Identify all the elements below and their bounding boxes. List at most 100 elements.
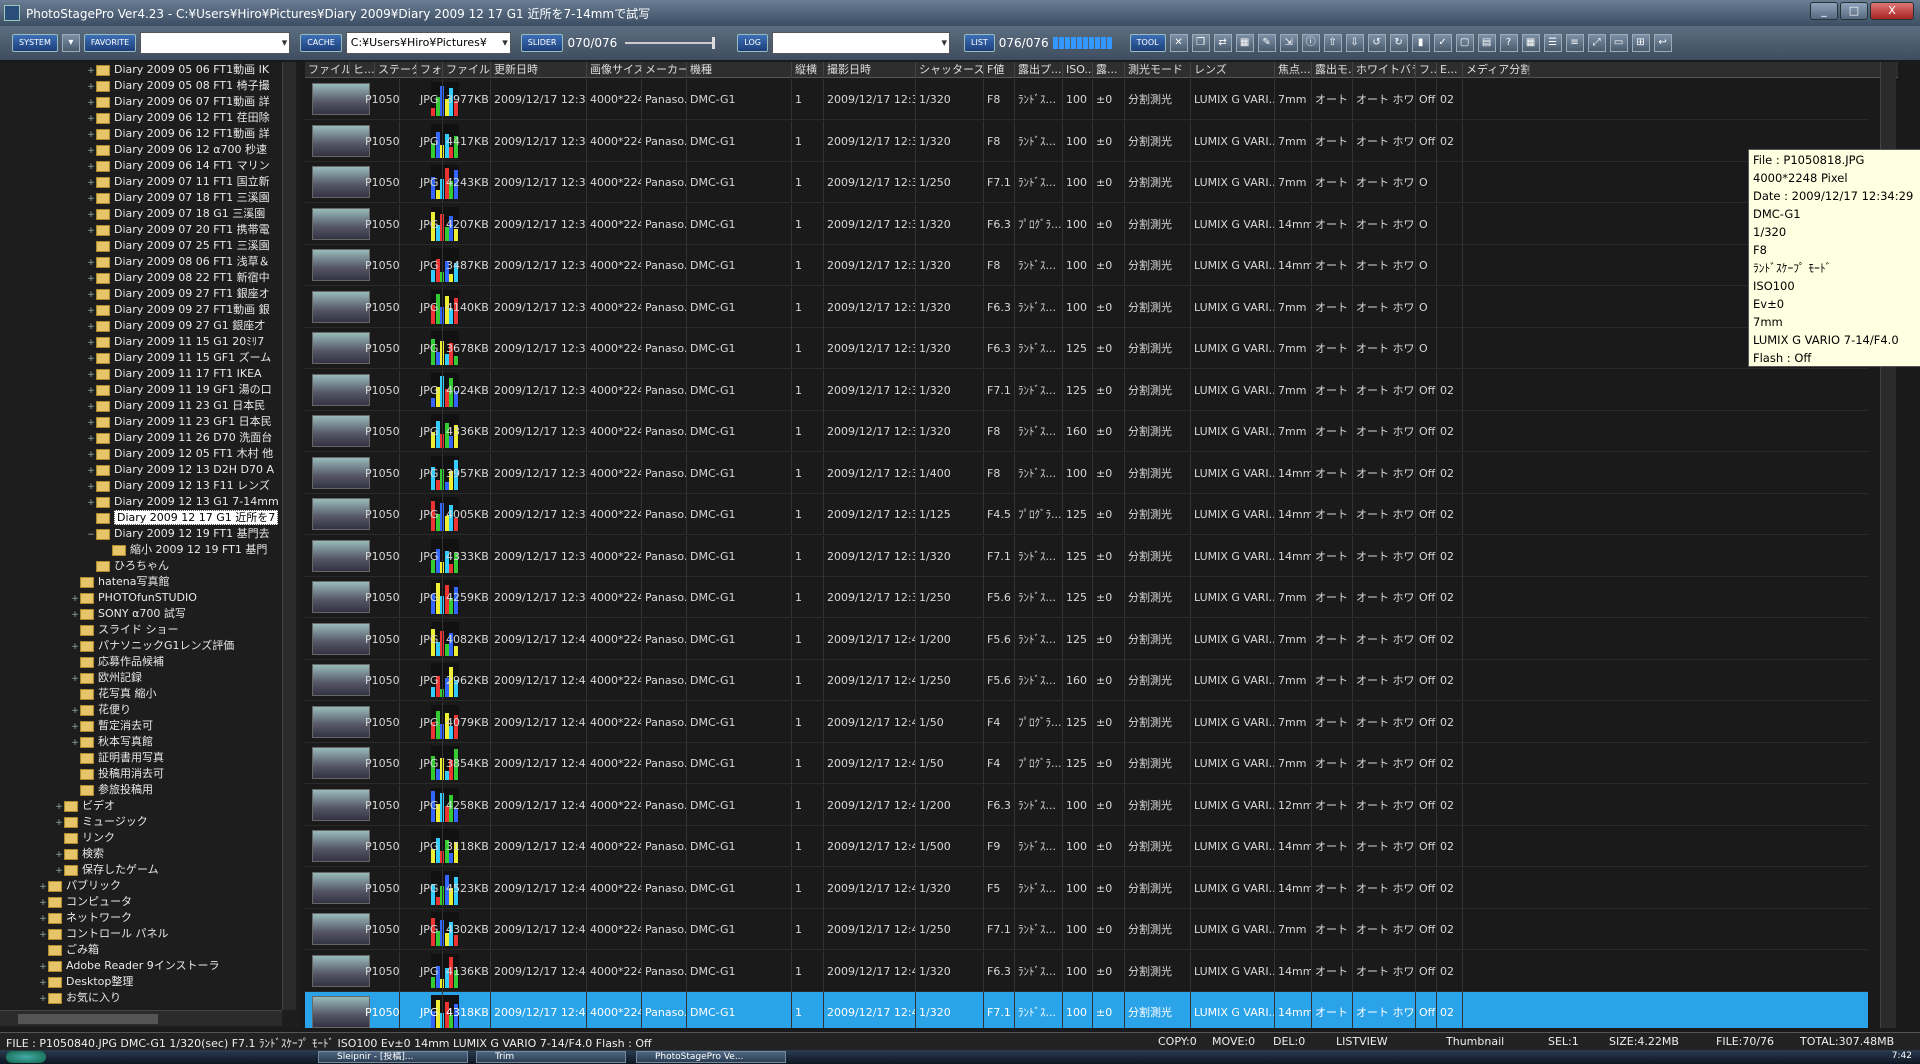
column-header-cell[interactable]: ファイル名	[305, 62, 350, 78]
photo-thumbnail[interactable]	[312, 166, 370, 198]
expand-toggle-icon[interactable]: +	[54, 815, 64, 831]
status-thumb[interactable]: Thumbnail	[1446, 1035, 1504, 1048]
expand-toggle-icon[interactable]: +	[70, 703, 80, 719]
tree-item[interactable]: 投稿用消去可	[70, 766, 164, 782]
photo-thumbnail[interactable]	[312, 622, 370, 655]
copy-icon[interactable]: ❐	[1191, 34, 1210, 52]
column-header-cell[interactable]: E...	[1437, 62, 1463, 78]
table-row[interactable]: P105083... JPG4136KB2009/12/17 12:46:5240…	[305, 950, 1868, 992]
table-row[interactable]: P105082... JPG4140KB2009/12/17 12:36:3640…	[305, 286, 1868, 328]
expand-toggle-icon[interactable]: +	[86, 191, 96, 207]
column-header-cell[interactable]: フォ...	[417, 62, 443, 78]
tree-item[interactable]: 花写真 縮小	[70, 686, 157, 702]
expand-toggle-icon[interactable]: +	[38, 895, 48, 911]
column-header-cell[interactable]: 機種	[687, 62, 792, 78]
photo-thumbnail[interactable]	[312, 373, 370, 406]
tree-item[interactable]: + Diary 2009 11 17 FT1 IKEA	[86, 366, 261, 383]
tree-item[interactable]: + Diary 2009 11 26 D70 洗面台	[86, 430, 272, 446]
tree-item[interactable]: + Diary 2009 06 14 FT1 マリン	[86, 158, 269, 175]
tree-item[interactable]: + Diary 2009 09 27 FT1 銀座オ	[86, 286, 269, 303]
table-row[interactable]: P105083... JPG3854KB2009/12/17 12:44:1040…	[305, 743, 1868, 784]
table-row[interactable]: P105082...JPG4024KB2009/12/17 12:37:3040…	[305, 369, 1868, 411]
photo-thumbnail[interactable]	[312, 124, 370, 157]
expand-toggle-icon[interactable]: +	[86, 303, 96, 319]
table-row[interactable]: P105083...JPG4079KB2009/12/17 12:44:0040…	[305, 701, 1868, 743]
maximize-button[interactable]: □	[1840, 2, 1868, 20]
column-header-cell[interactable]: メディア分割#	[1463, 62, 1530, 78]
help-icon[interactable]: ?	[1499, 34, 1518, 52]
photo-thumbnail[interactable]	[312, 954, 370, 987]
column-header-cell[interactable]: ISO...	[1063, 62, 1093, 78]
table-row[interactable]: P105082... JPG4005KB2009/12/17 12:38:1040…	[305, 494, 1868, 535]
expand-toggle-icon[interactable]: +	[86, 287, 96, 303]
table-row[interactable]: P105082... JPG4333KB2009/12/17 12:38:2040…	[305, 535, 1868, 577]
column-header-cell[interactable]: 露出モ...	[1312, 62, 1353, 78]
tree-item[interactable]: + PHOTOfunSTUDIO	[70, 590, 197, 606]
column-header-cell[interactable]: シャッタースピード	[916, 62, 984, 78]
file-list[interactable]: ファイル名ヒ...ステータ...フォ...ファイルサ...更新日時画像サイズメー…	[305, 62, 1898, 1028]
tree-item[interactable]: 縮小 2009 12 19 FT1 基門	[102, 542, 267, 558]
column-header-cell[interactable]: ヒ...	[350, 62, 375, 78]
expand-toggle-icon[interactable]: +	[86, 335, 96, 351]
tree-item[interactable]: Diary 2009 12 17 G1 近所を7	[86, 510, 279, 526]
column-header-cell[interactable]: ステータ...	[375, 62, 417, 78]
expand-toggle-icon[interactable]: +	[86, 159, 96, 175]
move-icon[interactable]: ⇄	[1213, 34, 1232, 52]
table-row[interactable]: P105083...JPG4082KB2009/12/17 12:41:4640…	[305, 618, 1868, 660]
expand-toggle-icon[interactable]: +	[86, 495, 96, 511]
photo-thumbnail[interactable]	[312, 332, 370, 364]
column-header-cell[interactable]: ホワイトバランス	[1353, 62, 1416, 78]
tree-horizontal-scrollbar[interactable]	[0, 1010, 282, 1026]
expand-toggle-icon[interactable]: +	[86, 79, 96, 95]
expand-toggle-icon[interactable]: +	[86, 415, 96, 431]
photo-thumbnail[interactable]	[312, 539, 370, 572]
expand-toggle-icon[interactable]: +	[54, 863, 64, 879]
panel-icon[interactable]: ▮	[1411, 34, 1430, 52]
photo-thumbnail[interactable]	[312, 498, 370, 530]
column-header-cell[interactable]: 測光モード	[1125, 62, 1191, 78]
tree-item[interactable]: 参旅投稿用	[70, 782, 153, 798]
resize-icon[interactable]: ⇲	[1279, 34, 1298, 52]
status-view[interactable]: LISTVIEW	[1336, 1035, 1388, 1048]
tree-item[interactable]: + Diary 2009 07 18 G1 三溪園	[86, 206, 265, 222]
column-header-cell[interactable]: 露...	[1093, 62, 1125, 78]
tree-item[interactable]: + Diary 2009 08 22 FT1 新宿中	[86, 270, 269, 287]
column-header-cell[interactable]: F値	[984, 62, 1015, 78]
expand-toggle-icon[interactable]: +	[38, 927, 48, 943]
close-button[interactable]: X	[1870, 2, 1914, 20]
column-header-cell[interactable]: メーカー	[642, 62, 687, 78]
exif-icon[interactable]: ⓘ	[1301, 34, 1320, 52]
photo-thumbnail[interactable]	[312, 664, 370, 696]
tree-item[interactable]: + Diary 2009 09 27 FT1動画 銀	[86, 302, 269, 319]
table-row[interactable]: P105083...JPG4523KB2009/12/17 12:45:3240…	[305, 867, 1868, 909]
log-button[interactable]: LOG	[737, 34, 768, 52]
photo-thumbnail[interactable]	[312, 581, 370, 613]
tree-item[interactable]: リンク	[54, 830, 115, 846]
tree-item[interactable]: + パナソニックG1レンズ評価	[70, 638, 234, 654]
tree-item[interactable]: + Diary 2009 09 27 G1 銀座才	[86, 318, 265, 334]
expand-toggle-icon[interactable]: +	[86, 383, 96, 399]
table-row[interactable]: P105084...JPG4318KB2009/12/17 12:47:5440…	[305, 992, 1868, 1028]
expand-toggle-icon[interactable]: +	[86, 255, 96, 271]
column-header-cell[interactable]: 縦横	[792, 62, 824, 78]
expand-toggle-icon[interactable]: +	[86, 479, 96, 495]
tree-item[interactable]: + Diary 2009 06 12 FT1動画 詳	[86, 126, 269, 142]
favorite-combo[interactable]: ▾	[140, 32, 291, 54]
tree-item[interactable]: + Diary 2009 12 13 D2H D70 A	[86, 462, 274, 478]
tree-item[interactable]: ひろちゃん	[86, 558, 169, 574]
tree-item[interactable]: + Diary 2009 05 08 FT1 椅子撮	[86, 78, 269, 95]
expand-toggle-icon[interactable]: +	[54, 799, 64, 815]
table-row[interactable]: P105083... JPG4259KB2009/12/17 12:38:2640…	[305, 577, 1868, 618]
photo-thumbnail[interactable]	[312, 456, 370, 489]
photo-thumbnail[interactable]	[312, 871, 370, 904]
photo-thumbnail[interactable]	[312, 207, 370, 240]
rotate-right-icon[interactable]: ↻	[1389, 34, 1408, 52]
expand-toggle-icon[interactable]: +	[70, 735, 80, 751]
taskbar-item-trim[interactable]: Trim	[476, 1051, 626, 1063]
path-combo[interactable]: C:¥Users¥Hiro¥Pictures¥ ▾	[345, 32, 511, 54]
expand-toggle-icon[interactable]: +	[86, 271, 96, 287]
tree-item[interactable]: + Diary 2009 11 15 G1 20ﾐﾘ7	[86, 334, 264, 350]
expand-toggle-icon[interactable]: +	[54, 847, 64, 863]
expand-toggle-icon[interactable]: +	[86, 367, 96, 383]
tree-item[interactable]: + 保存したゲーム	[54, 862, 158, 879]
